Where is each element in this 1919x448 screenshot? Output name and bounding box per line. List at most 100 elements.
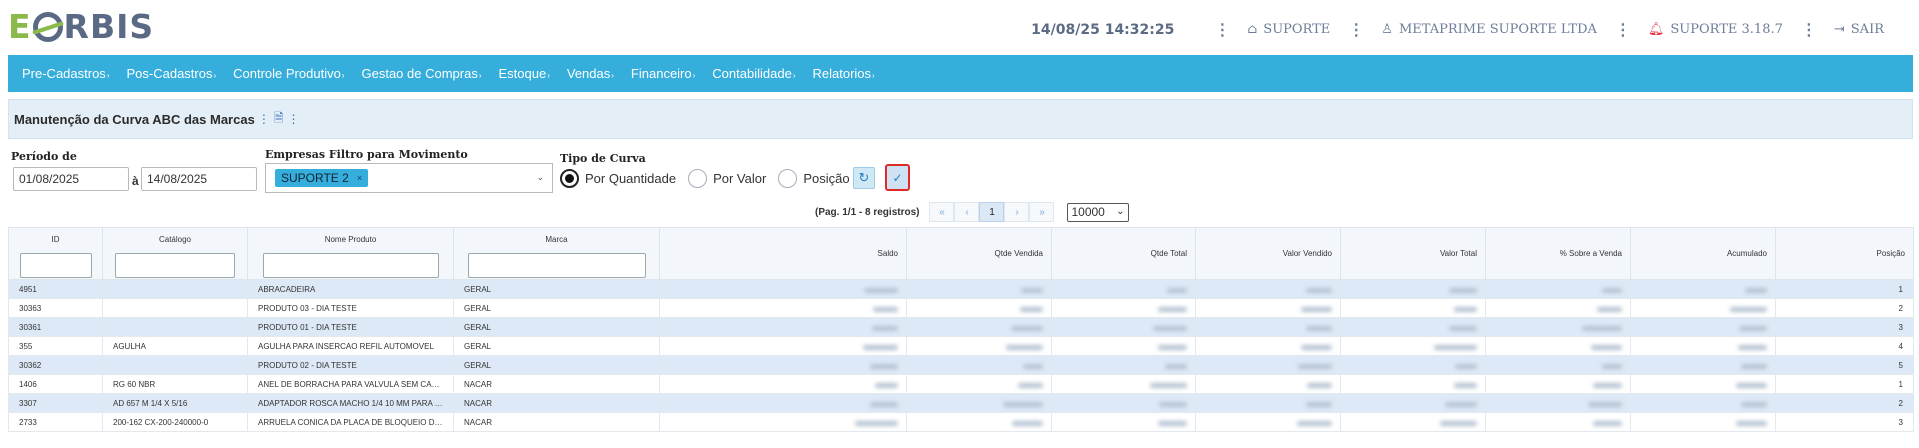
cell-redacted-value xyxy=(1630,336,1776,356)
company-link[interactable]: ♙ METAPRIME SUPORTE LTDA xyxy=(1381,22,1597,37)
radio-button[interactable] xyxy=(778,169,798,188)
menu-contabilidade[interactable]: Contabilidade› xyxy=(712,66,795,81)
radio-por-quantidade[interactable]: Por Quantidade xyxy=(560,169,676,188)
filter-nome-produto-input[interactable] xyxy=(262,253,439,278)
logo-letters: RBIS xyxy=(63,6,155,46)
kebab-icon[interactable]: ⋮ xyxy=(258,112,270,126)
confirm-button[interactable]: ✓ xyxy=(885,164,910,191)
logout-link[interactable]: ⇥ SAIR xyxy=(1834,22,1884,37)
filter-id-input[interactable] xyxy=(19,253,92,278)
menu-pre-cadastros[interactable]: Pre-Cadastros› xyxy=(22,66,109,81)
prev-page-button[interactable]: ‹ xyxy=(954,202,980,222)
menu-controle-produtivo[interactable]: Controle Produtivo› xyxy=(233,66,344,81)
filter-marca-input[interactable] xyxy=(467,253,646,278)
cell-id: 2733 xyxy=(8,412,103,432)
table-row[interactable]: 2733 200-162 CX-200-240000-0 ARRUELA CONIC… xyxy=(8,412,1914,432)
table-row[interactable]: 30363 PRODUTO 03 - DIA TESTE GERAL 2 xyxy=(8,298,1914,318)
last-page-button[interactable]: » xyxy=(1029,202,1055,222)
menu-relatorios[interactable]: Relatorios› xyxy=(812,66,874,81)
cell-redacted-value xyxy=(1485,355,1631,375)
column-header-nome-produto[interactable]: Nome Produto xyxy=(247,227,454,280)
menu-financeiro[interactable]: Financeiro› xyxy=(631,66,695,81)
date-from-input[interactable] xyxy=(13,167,129,191)
column-header-valor-total[interactable]: Valor Total xyxy=(1340,227,1486,280)
column-header-saldo[interactable]: Saldo xyxy=(659,227,907,280)
cell-catalogo xyxy=(102,355,248,375)
redacted-bar xyxy=(1434,344,1477,350)
redacted-bar xyxy=(1020,306,1043,312)
redacted-bar xyxy=(1301,306,1332,312)
radio-por-valor[interactable]: Por Valor xyxy=(688,169,766,188)
tipo-curva-label: Tipo de Curva xyxy=(560,152,646,165)
cell-redacted-value xyxy=(1051,298,1196,318)
export-file-icon[interactable]: 🗎︎ xyxy=(274,109,284,130)
notifications-link[interactable]: 🔔︎ SUPORTE 3.18.7 xyxy=(1648,22,1783,37)
column-header-qtde-vendida[interactable]: Qtde Vendida xyxy=(906,227,1052,280)
column-header-marca[interactable]: Marca xyxy=(453,227,660,280)
cell-id: 4951 xyxy=(8,279,103,299)
kebab-icon[interactable]: ⋮ xyxy=(1348,20,1364,39)
kebab-icon[interactable]: ⋮ xyxy=(1214,20,1230,39)
cell-posicao: 4 xyxy=(1775,336,1914,356)
menu-gestao-de-compras[interactable]: Gestao de Compras› xyxy=(361,66,481,81)
kebab-icon[interactable]: ⋮ xyxy=(287,112,299,126)
column-header-percent-venda[interactable]: % Sobre a Venda xyxy=(1485,227,1631,280)
table-row[interactable]: 355 AGULHA AGULHA PARA INSERCAO REFIL AUTO… xyxy=(8,336,1914,356)
menu-label: Relatorios xyxy=(812,66,872,81)
remove-chip-icon[interactable]: × xyxy=(357,173,362,183)
periodo-label: Período de xyxy=(11,150,77,163)
cell-marca: NACAR xyxy=(453,374,660,394)
page-title-bar: Manutenção da Curva ABC das Marcas ⋮ 🗎︎ … xyxy=(8,99,1913,139)
column-header-id[interactable]: ID xyxy=(8,227,103,280)
menu-estoque[interactable]: Estoque› xyxy=(499,66,550,81)
radio-button-checked[interactable] xyxy=(560,169,579,188)
table-row[interactable]: 30361 PRODUTO 01 - DIA TESTE GERAL 3 xyxy=(8,317,1914,337)
cell-posicao: 1 xyxy=(1775,279,1914,299)
cell-nome-produto: PRODUTO 02 - DIA TESTE xyxy=(247,355,454,375)
kebab-icon[interactable]: ⋮ xyxy=(1615,20,1631,39)
cell-redacted-value xyxy=(1051,336,1196,356)
page-size-select[interactable]: 10000 ⌄ xyxy=(1067,202,1130,222)
first-page-button[interactable]: « xyxy=(929,202,955,222)
user-icon: ♙ xyxy=(1381,22,1393,37)
column-header-qtde-total[interactable]: Qtde Total xyxy=(1051,227,1196,280)
radio-posicao[interactable]: Posição xyxy=(778,169,850,188)
column-header-catalogo[interactable]: Catálogo xyxy=(102,227,248,280)
menu-label: Pre-Cadastros xyxy=(22,66,106,81)
table-row[interactable]: 1406 RG 60 NBR ANEL DE BORRACHA PARA VALVU… xyxy=(8,374,1914,394)
cell-redacted-value xyxy=(906,279,1052,299)
cell-redacted-value xyxy=(1485,317,1631,337)
cell-redacted-value xyxy=(1340,412,1486,432)
menu-pos-cadastros[interactable]: Pos-Cadastros› xyxy=(126,66,216,81)
menu-label: Pos-Cadastros xyxy=(126,66,213,81)
current-page-button[interactable]: 1 xyxy=(979,202,1005,222)
main-menu: Pre-Cadastros› Pos-Cadastros› Controle P… xyxy=(8,55,1913,92)
table-row[interactable]: 4951 ABRACADEIRA GERAL 1 xyxy=(8,279,1914,299)
menu-label: Contabilidade xyxy=(712,66,792,81)
empresas-select[interactable]: SUPORTE 2 × ⌄ xyxy=(265,163,553,193)
filter-catalogo-input[interactable] xyxy=(115,253,235,278)
table-row[interactable]: 30362 PRODUTO 02 - DIA TESTE GERAL 5 xyxy=(8,355,1914,375)
orbis-logo[interactable]: E RBIS xyxy=(8,6,154,46)
menu-vendas[interactable]: Vendas› xyxy=(567,66,614,81)
column-header-label: Nome Produto xyxy=(324,235,377,244)
cell-id: 3307 xyxy=(8,393,103,413)
chevron-right-icon: › xyxy=(872,71,875,80)
ate-label: à xyxy=(132,174,139,188)
next-page-button[interactable]: › xyxy=(1004,202,1030,222)
kebab-icon[interactable]: ⋮ xyxy=(1801,20,1817,39)
radio-button[interactable] xyxy=(688,169,708,188)
page-size-value: 10000 xyxy=(1071,204,1105,219)
check-icon: ✓ xyxy=(892,170,903,185)
table-row[interactable]: 3307 AD 657 M 1/4 X 5/16 ADAPTADOR ROSCA M… xyxy=(8,393,1914,413)
refresh-button[interactable]: ↻ xyxy=(853,167,875,189)
column-header-acumulado[interactable]: Acumulado xyxy=(1630,227,1776,280)
column-header-valor-vendido[interactable]: Valor Vendido xyxy=(1195,227,1341,280)
suporte-link[interactable]: ⌂ SUPORTE xyxy=(1247,22,1330,37)
redacted-bar xyxy=(1591,344,1622,350)
home-icon: ⌂ xyxy=(1247,22,1258,37)
chevron-right-icon: › xyxy=(106,71,110,80)
cell-redacted-value xyxy=(1340,279,1486,299)
column-header-posicao[interactable]: Posição xyxy=(1775,227,1914,280)
date-to-input[interactable] xyxy=(141,167,257,191)
